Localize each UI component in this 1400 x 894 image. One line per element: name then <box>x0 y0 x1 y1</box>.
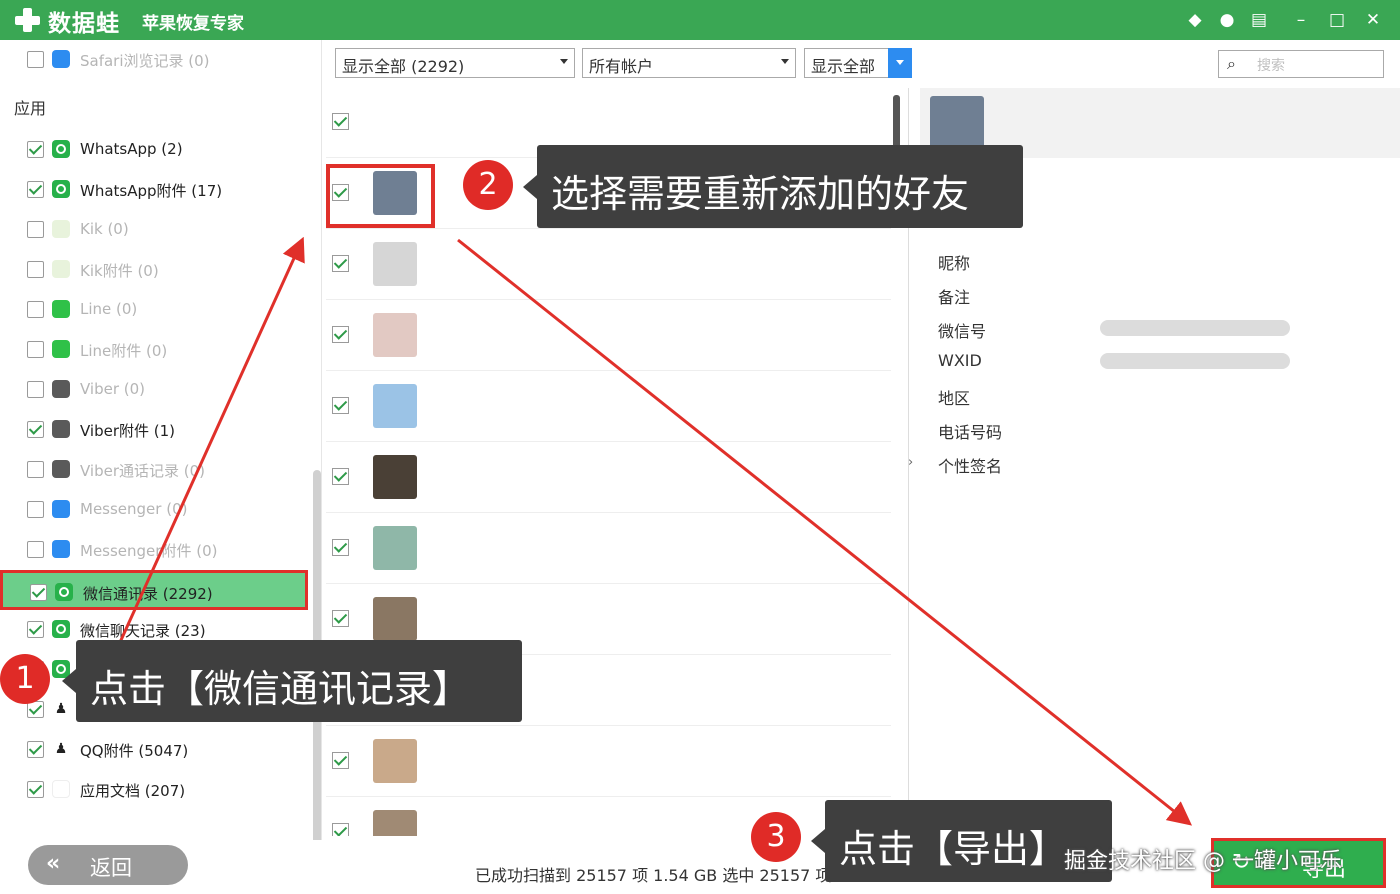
annotation-arrows <box>110 236 1193 826</box>
step-number-3: 3 <box>751 812 801 862</box>
step-callout-1: 点击【微信通讯记录】 <box>62 640 522 722</box>
step-number-1: 1 <box>0 654 50 704</box>
step-number-2: 2 <box>463 160 513 210</box>
arrow-step2 <box>457 238 1193 826</box>
watermark: 掘金技术社区 @ 一罐小可乐 <box>1064 849 1342 874</box>
arrow-step1 <box>110 236 305 661</box>
app-window: 数据蛙 苹果恢复专家 ◆ ● ▤ – □ ✕ Safari浏览记录 (0) 应用… <box>0 0 1400 894</box>
step-callout-2: 选择需要重新添加的好友 <box>523 145 1023 228</box>
